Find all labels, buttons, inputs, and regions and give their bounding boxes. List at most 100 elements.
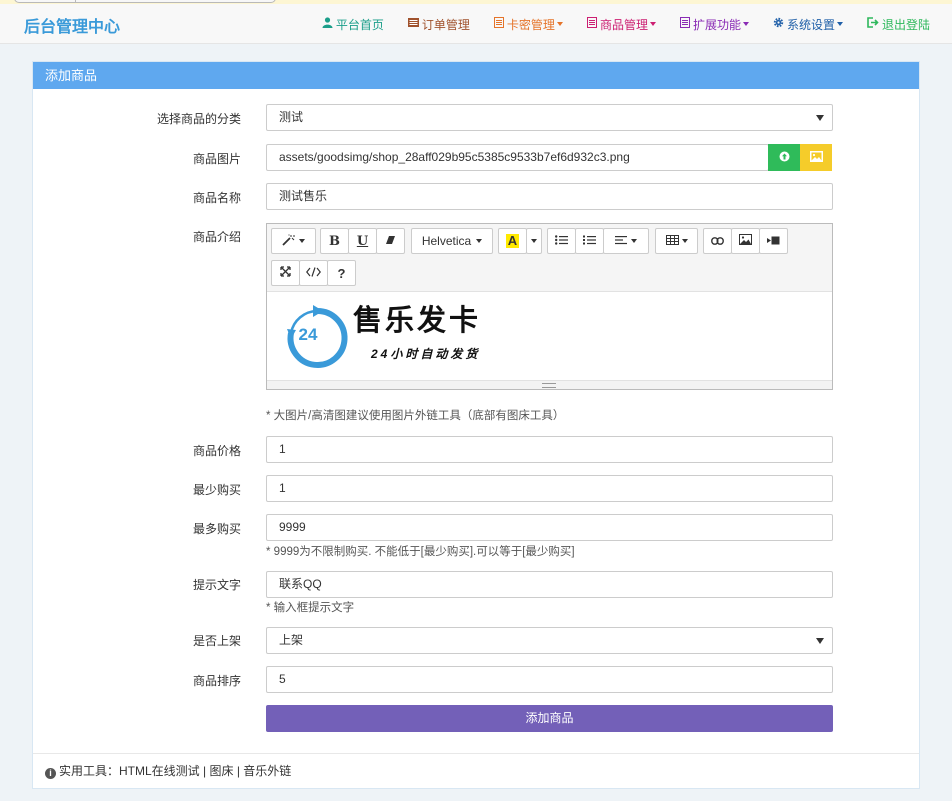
gear-icon: [773, 17, 784, 31]
footer-link-image-host[interactable]: 图床: [209, 764, 233, 778]
link-button[interactable]: [703, 228, 732, 254]
nav-item-label: 退出登陆: [881, 17, 930, 32]
expand-icon: [280, 266, 291, 280]
on-shelf-select[interactable]: 上架: [266, 627, 833, 654]
shop-logo-image: 24 售乐发卡 24小时自动发货: [281, 302, 511, 372]
logo-subtitle: 24小时自动发货: [371, 347, 481, 361]
chevron-down-icon: [531, 239, 537, 243]
name-input-value: 测试售乐: [279, 189, 328, 203]
nav-item-label: 平台首页: [335, 17, 384, 32]
video-icon: [767, 234, 780, 248]
price-label: 商品价格: [192, 444, 241, 458]
chevron-down-icon: [476, 239, 483, 243]
magic-wand-icon: [282, 234, 296, 249]
question-icon: ?: [337, 265, 346, 281]
chevron-down-icon: [299, 239, 305, 243]
nav-item-orders[interactable]: 订单管理: [407, 16, 470, 33]
intro-label: 商品介绍: [192, 230, 241, 244]
nav-item-label: 系统设置: [786, 17, 835, 32]
nav-item-goods[interactable]: 商品管理: [586, 16, 656, 33]
bold-button[interactable]: B: [320, 228, 349, 254]
code-view-button[interactable]: [299, 260, 328, 286]
footer-link-html-test[interactable]: HTML在线测试: [119, 764, 200, 778]
help-button[interactable]: ?: [327, 260, 356, 286]
underline-icon: U: [356, 233, 369, 249]
max-buy-input-value: 9999: [279, 520, 306, 534]
tip-input[interactable]: 联系QQ: [266, 571, 833, 598]
upload-icon: [779, 151, 790, 165]
image-icon: [809, 150, 823, 165]
card-icon: [493, 17, 504, 31]
style-button[interactable]: [271, 228, 316, 254]
eraser-icon: [385, 234, 396, 248]
info-icon: i: [45, 768, 56, 779]
min-buy-input[interactable]: 1: [266, 475, 833, 502]
image-path-input[interactable]: assets/goodsimg/shop_28aff029b95c5385c95…: [266, 144, 769, 171]
nav-item-logout[interactable]: 退出登陆: [867, 16, 930, 33]
editor-resize-handle[interactable]: [267, 380, 832, 389]
select-image-button[interactable]: [800, 144, 832, 171]
underline-button[interactable]: U: [348, 228, 377, 254]
table-icon: [665, 234, 679, 248]
tip-label: 提示文字: [192, 578, 241, 592]
footer-link-music[interactable]: 音乐外链: [243, 764, 291, 778]
add-goods-button[interactable]: 添加商品: [266, 705, 833, 732]
sort-input-value: 5: [279, 672, 286, 686]
table-button[interactable]: [655, 228, 698, 254]
name-label: 商品名称: [192, 191, 241, 205]
max-buy-label: 最多购买: [192, 522, 241, 536]
insert-image-button[interactable]: [731, 228, 760, 254]
insert-video-button[interactable]: [759, 228, 788, 254]
nav-item-label: 卡密管理: [506, 17, 555, 32]
category-select[interactable]: 测试: [266, 104, 833, 131]
chevron-down-icon: [836, 22, 843, 26]
picture-icon: [739, 234, 752, 248]
panel-title: 添加商品: [33, 62, 919, 89]
max-buy-input[interactable]: 9999: [266, 514, 833, 541]
font-family-select[interactable]: Helvetica: [411, 228, 493, 254]
nav-item-extend[interactable]: 扩展功能: [679, 16, 749, 33]
min-buy-label: 最少购买: [192, 483, 241, 497]
image-path-value: assets/goodsimg/shop_28aff029b95c5385c95…: [279, 150, 630, 164]
category-select-value: 测试: [279, 110, 304, 124]
numbered-list-icon: [583, 234, 596, 248]
nav-menu: 平台首页 订单管理 卡密管理 商品管理 扩展功能 系统设置 退出登陆: [298, 4, 952, 44]
nav-item-cards[interactable]: 卡密管理: [493, 16, 563, 33]
bullet-list-button[interactable]: [547, 228, 576, 254]
extend-icon: [679, 17, 690, 31]
logo-badge: 24: [298, 325, 318, 344]
brand-title[interactable]: 后台管理中心: [24, 13, 120, 37]
on-shelf-label: 是否上架: [192, 634, 241, 648]
font-family-value: Helvetica: [421, 234, 472, 248]
nav-item-settings[interactable]: 系统设置: [773, 16, 843, 33]
chevron-down-icon: [631, 239, 637, 243]
upload-image-button[interactable]: [768, 144, 800, 171]
paragraph-align-button[interactable]: [603, 228, 649, 254]
min-buy-input-value: 1: [279, 481, 286, 495]
nav-item-label: 订单管理: [421, 17, 470, 32]
sort-label: 商品排序: [192, 674, 241, 688]
nav-item-home[interactable]: 平台首页: [322, 16, 384, 33]
user-icon: [322, 17, 333, 31]
sort-input[interactable]: 5: [266, 666, 833, 693]
text-color-dropdown[interactable]: [526, 228, 542, 254]
clear-format-button[interactable]: [376, 228, 405, 254]
chevron-down-icon: [681, 239, 688, 243]
footer-separator: |: [233, 764, 244, 778]
fullscreen-button[interactable]: [271, 260, 300, 286]
bullet-list-icon: [555, 234, 568, 248]
price-input[interactable]: 1: [266, 436, 833, 463]
nav-item-label: 扩展功能: [692, 17, 741, 32]
text-color-button[interactable]: A: [498, 228, 527, 254]
panel-footer: i 实用工具：HTML在线测试 | 图床 | 音乐外链: [33, 753, 919, 788]
text-color-icon: A: [505, 233, 520, 248]
editor-content[interactable]: 24 售乐发卡 24小时自动发货: [267, 292, 832, 382]
nav-item-label: 商品管理: [599, 17, 648, 32]
numbered-list-button[interactable]: [575, 228, 604, 254]
chevron-down-icon: [742, 22, 749, 26]
bold-icon: B: [329, 233, 340, 249]
logo-title: 售乐发卡: [353, 303, 482, 337]
tip-help-text: * 输入框提示文字: [266, 602, 355, 614]
footer-prefix: 实用工具：: [59, 764, 120, 778]
name-input[interactable]: 测试售乐: [266, 183, 833, 210]
